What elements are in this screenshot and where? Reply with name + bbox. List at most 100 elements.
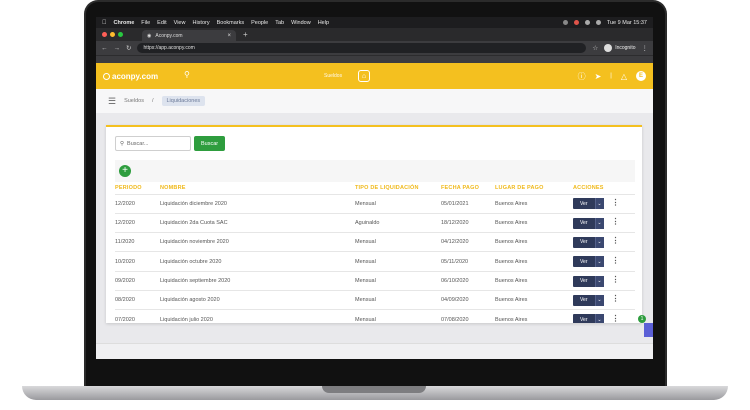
chevron-down-icon[interactable]: ⌄: [594, 275, 604, 287]
incognito-indicator[interactable]: Incognito: [604, 44, 636, 52]
menu-view[interactable]: View: [174, 20, 186, 26]
table-row[interactable]: 10/2020 Liquidación octubre 2020 Mensual 05…: [115, 251, 635, 272]
browser-menu-icon[interactable]: ⋮: [642, 44, 649, 52]
table-row[interactable]: 09/2020 Liquidación septiembre 2020 Mensua…: [115, 270, 635, 291]
bell-icon[interactable]: △: [621, 72, 627, 81]
ver-button-group: Ver ⌄: [573, 314, 604, 323]
col-fecha[interactable]: FECHA PAGO: [441, 182, 495, 194]
col-lugar[interactable]: LUGAR DE PAGO: [495, 182, 573, 194]
cell-acciones: Ver ⌄ ⋮: [573, 251, 635, 272]
incognito-label: Incognito: [615, 45, 636, 51]
breadcrumb-parent[interactable]: Sueldos: [124, 98, 144, 104]
help-icon[interactable]: ⓘ: [578, 71, 586, 82]
chevron-down-icon[interactable]: ⌄: [594, 236, 604, 248]
apple-icon[interactable]: : [102, 20, 107, 26]
laptop-notch: [322, 386, 426, 393]
chevron-down-icon[interactable]: ⌄: [594, 198, 604, 210]
more-options-icon[interactable]: ⋮: [612, 314, 620, 323]
maximize-window-icon[interactable]: [118, 32, 123, 37]
close-tab-icon[interactable]: ×: [227, 33, 231, 39]
logo-icon: [103, 72, 110, 80]
header-section-label: Sueldos: [324, 73, 343, 79]
wifi-icon[interactable]: [584, 20, 590, 25]
table-row[interactable]: 12/2020 Liquidación 2da Cuota SAC Aguinald…: [115, 212, 635, 233]
ver-button[interactable]: Ver: [573, 314, 595, 323]
more-options-icon[interactable]: ⋮: [612, 217, 620, 226]
col-periodo[interactable]: PERIODO: [115, 182, 160, 194]
table-row[interactable]: 07/2020 Liquidación julio 2020 Mensual 07/0…: [115, 309, 635, 323]
status-icon[interactable]: [562, 20, 568, 25]
bookmark-star-icon[interactable]: ☆: [592, 44, 598, 52]
app-header: aconpy.com ⚲ Sueldos ⌂ ⓘ ➤ | △ E: [96, 63, 653, 89]
app-logo[interactable]: aconpy.com: [103, 72, 158, 81]
cell-periodo: 09/2020: [115, 270, 160, 291]
cell-periodo: 12/2020: [115, 193, 160, 214]
menu-window[interactable]: Window: [291, 20, 311, 26]
more-options-icon[interactable]: ⋮: [612, 236, 620, 245]
battery-icon[interactable]: [595, 20, 601, 25]
liquidaciones-table: PERIODO NOMBRE TIPO DE LIQUIDACIÓN FECHA…: [115, 182, 635, 323]
more-options-icon[interactable]: ⋮: [612, 294, 620, 303]
macos-menu-bar:  Chrome File Edit View History Bookmark…: [96, 17, 653, 28]
cell-nombre: Liquidación agosto 2020: [160, 289, 355, 310]
screen:  Chrome File Edit View History Bookmark…: [96, 17, 653, 359]
home-icon[interactable]: ⌂: [358, 70, 370, 82]
menu-history[interactable]: History: [192, 20, 209, 26]
cell-periodo: 11/2020: [115, 232, 160, 252]
menu-people[interactable]: People: [251, 20, 268, 26]
chevron-down-icon[interactable]: ⌄: [594, 314, 604, 323]
browser-tab[interactable]: ◉ Aconpy.com ×: [142, 30, 236, 41]
ver-button[interactable]: Ver: [573, 217, 595, 229]
address-bar[interactable]: https://app.aconpy.com: [137, 43, 587, 53]
cell-acciones: Ver ⌄ ⋮: [573, 232, 635, 252]
chevron-down-icon[interactable]: ⌄: [594, 256, 604, 268]
minimize-window-icon[interactable]: [110, 32, 115, 37]
col-tipo[interactable]: TIPO DE LIQUIDACIÓN: [355, 182, 441, 194]
send-icon[interactable]: ➤: [595, 72, 602, 81]
chevron-down-icon[interactable]: ⌄: [594, 217, 604, 229]
close-window-icon[interactable]: [102, 32, 107, 37]
forward-icon[interactable]: →: [114, 45, 121, 52]
table-row[interactable]: 12/2020 Liquidación diciembre 2020 Mensual…: [115, 193, 635, 214]
back-icon[interactable]: ←: [101, 45, 108, 52]
cell-fecha: 04/09/2020: [441, 289, 495, 310]
incognito-icon: [604, 44, 613, 52]
header-search-icon[interactable]: ⚲: [184, 70, 334, 82]
tab-title: Aconpy.com: [155, 32, 183, 39]
new-tab-icon[interactable]: +: [243, 30, 248, 39]
table-row[interactable]: 08/2020 Liquidación agosto 2020 Mensual 04/…: [115, 289, 635, 310]
chevron-down-icon[interactable]: ⌄: [594, 294, 604, 306]
search-input[interactable]: ⚲ Buscar...: [115, 136, 191, 151]
cell-nombre: Liquidación octubre 2020: [160, 251, 355, 272]
avatar[interactable]: E: [636, 71, 646, 81]
more-options-icon[interactable]: ⋮: [612, 198, 620, 207]
menu-edit[interactable]: Edit: [157, 20, 166, 26]
cell-tipo: Mensual: [355, 193, 441, 214]
menu-hamburger-icon[interactable]: ☰: [108, 96, 116, 107]
ver-button[interactable]: Ver: [573, 236, 595, 248]
side-widget-tab[interactable]: [644, 323, 653, 337]
ver-button[interactable]: Ver: [573, 256, 595, 268]
more-options-icon[interactable]: ⋮: [612, 275, 620, 284]
ver-button[interactable]: Ver: [573, 294, 595, 306]
menu-chrome[interactable]: Chrome: [114, 20, 135, 26]
more-options-icon[interactable]: ⋮: [612, 256, 620, 265]
ver-button[interactable]: Ver: [573, 198, 595, 210]
table-row[interactable]: 11/2020 Liquidación noviembre 2020 Mensual…: [115, 232, 635, 252]
menu-help[interactable]: Help: [318, 20, 329, 26]
chat-badge-icon[interactable]: 1: [638, 315, 646, 323]
flag-icon[interactable]: [573, 20, 579, 25]
menu-clock[interactable]: Tue 9 Mar 15:37: [607, 20, 647, 26]
ver-button[interactable]: Ver: [573, 275, 595, 287]
menu-bookmarks[interactable]: Bookmarks: [217, 20, 245, 26]
table-header-row: PERIODO NOMBRE TIPO DE LIQUIDACIÓN FECHA…: [115, 182, 635, 194]
cell-fecha: 18/12/2020: [441, 212, 495, 233]
menu-tab[interactable]: Tab: [275, 20, 284, 26]
cell-lugar: Buenos Aires: [495, 270, 573, 291]
menu-file[interactable]: File: [141, 20, 150, 26]
search-button[interactable]: Buscar: [194, 136, 226, 151]
reload-icon[interactable]: ↻: [126, 44, 131, 52]
col-nombre[interactable]: NOMBRE: [160, 182, 355, 194]
add-liquidacion-button[interactable]: +: [119, 165, 131, 177]
ver-button-group: Ver ⌄: [573, 236, 604, 248]
